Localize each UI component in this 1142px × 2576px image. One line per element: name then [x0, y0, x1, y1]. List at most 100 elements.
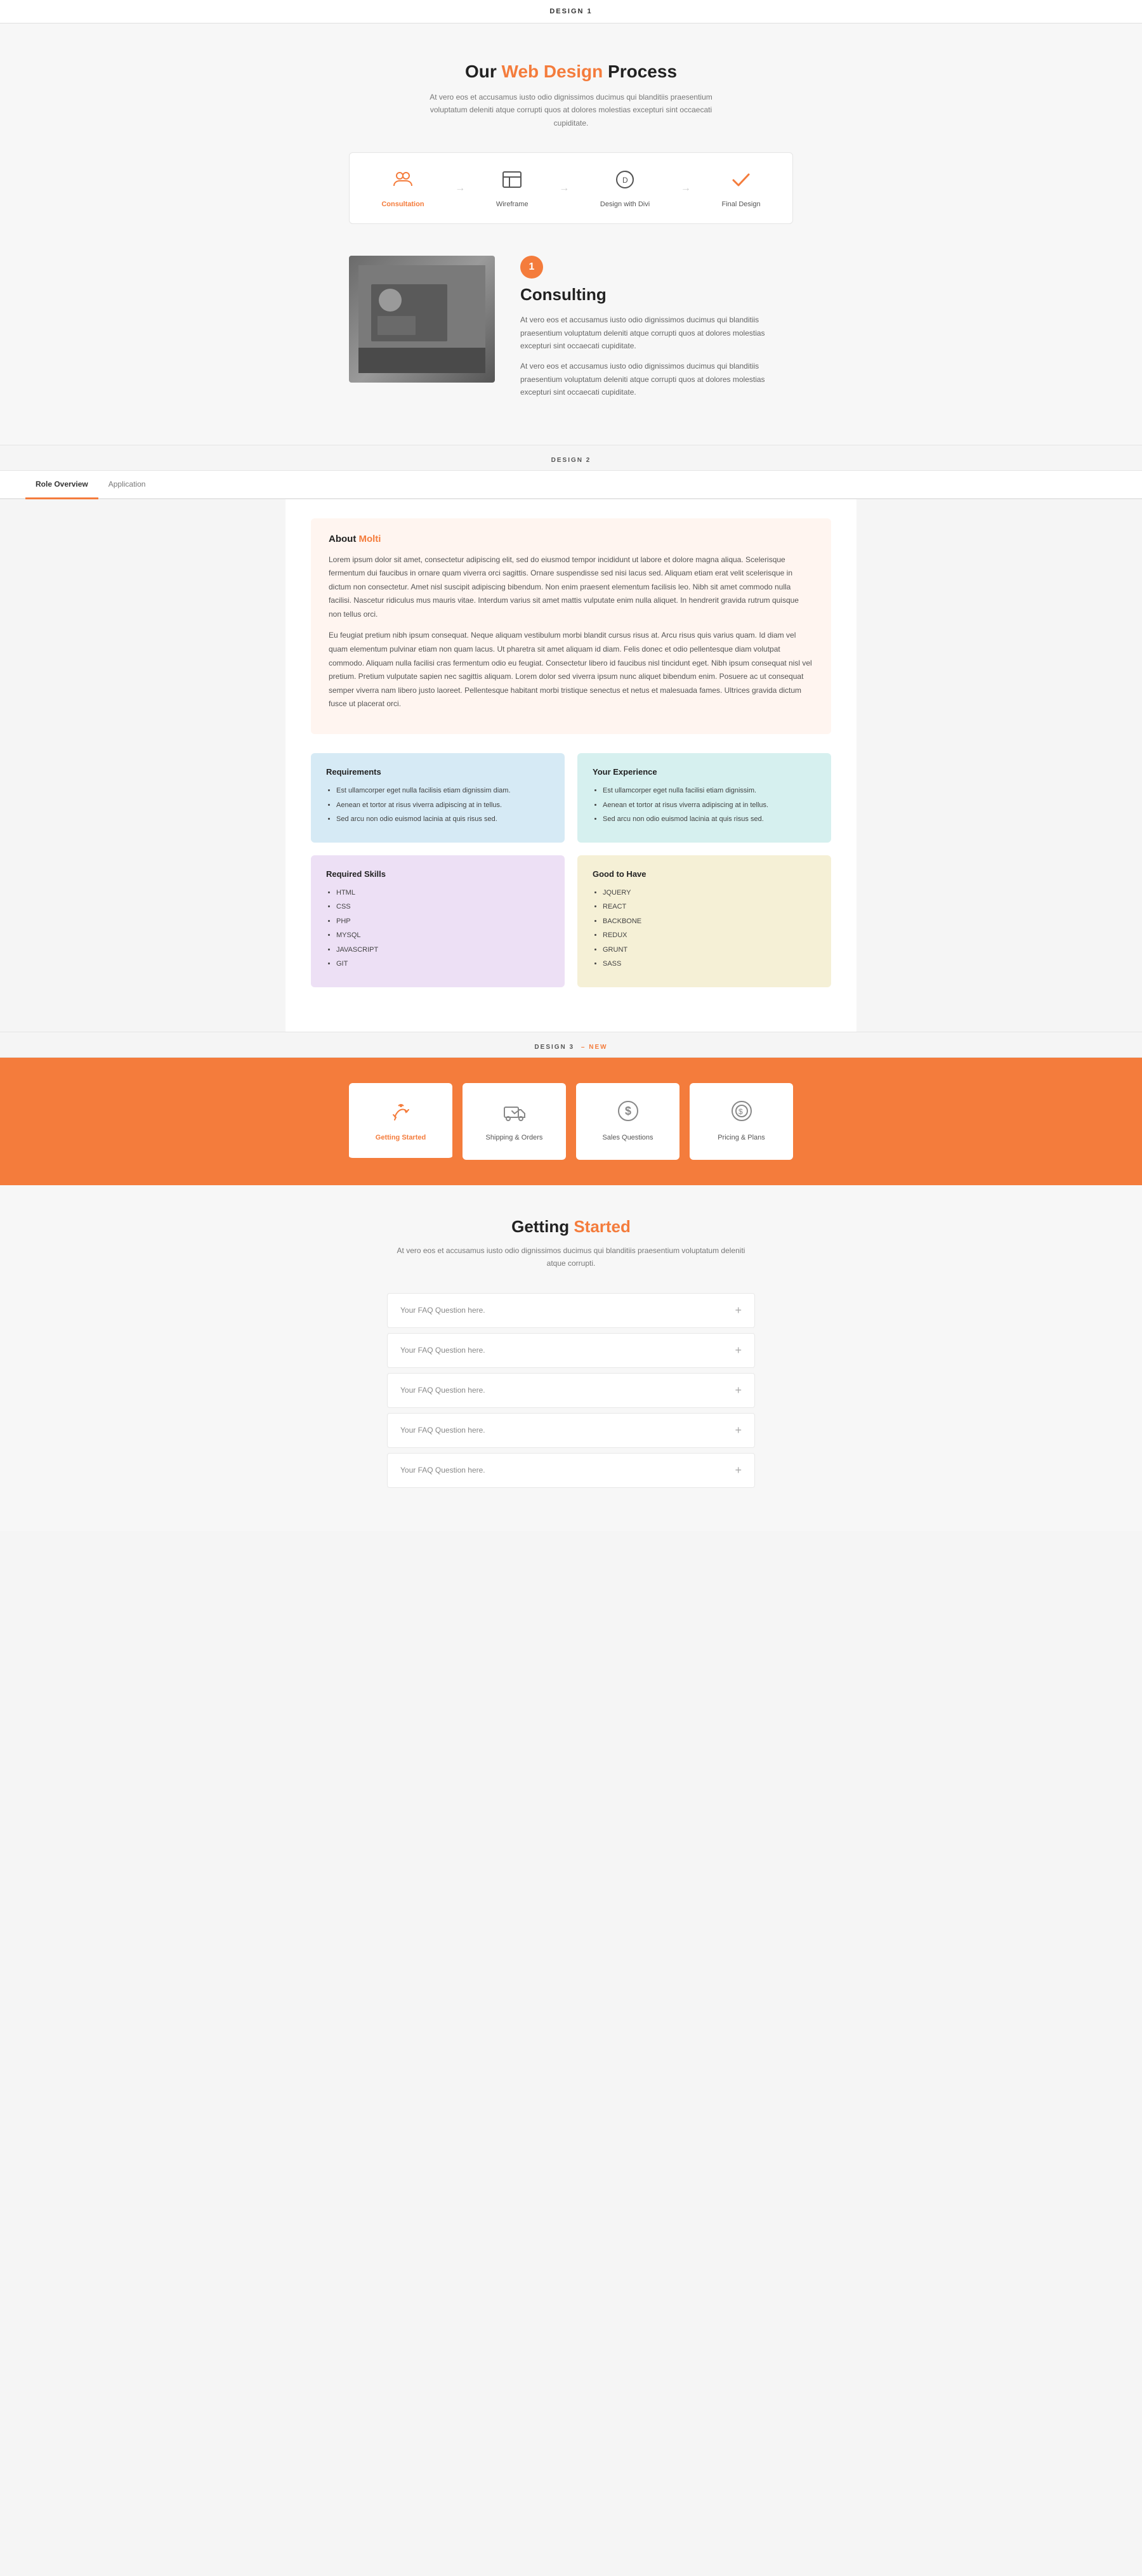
requirements-list: Est ullamcorper eget nulla facilisis eti…: [326, 785, 549, 825]
design1-subtitle: At vero eos et accusamus iusto odio dign…: [412, 91, 730, 129]
arrow-2: →: [559, 183, 569, 194]
list-item: Est ullamcorper eget nulla facilisi etia…: [603, 785, 816, 796]
faq-item-5[interactable]: Your FAQ Question here. +: [387, 1453, 755, 1488]
about-card: About Molti Lorem ipsum dolor sit amet, …: [311, 518, 831, 735]
experience-list: Est ullamcorper eget nulla facilisi etia…: [593, 785, 816, 825]
consulting-image-placeholder: [349, 256, 495, 383]
support-card-getting-started[interactable]: Getting Started: [349, 1083, 452, 1160]
faq-question-3: Your FAQ Question here.: [400, 1386, 485, 1395]
list-item: BACKBONE: [603, 916, 816, 927]
skills-card: Required Skills HTML CSS PHP MYSQL JAVAS…: [311, 855, 565, 987]
getting-started-icon: [359, 1098, 442, 1127]
process-bar: Consultation → Wireframe →: [349, 152, 793, 224]
design3-section: Getting Started Shipping & Orders $: [0, 1058, 1142, 1185]
list-item: HTML: [336, 888, 549, 898]
list-item: GIT: [336, 959, 549, 969]
consulting-content: 1 Consulting At vero eos et accusamus iu…: [520, 256, 793, 406]
design2-section-label: DESIGN 2: [0, 445, 1142, 471]
faq-plus-icon-5: +: [735, 1464, 742, 1477]
consulting-badge: 1: [520, 256, 543, 279]
sales-icon: $: [586, 1098, 669, 1127]
skills-title: Required Skills: [326, 869, 549, 879]
support-card-pricing[interactable]: $ Pricing & Plans: [690, 1083, 793, 1160]
list-item: Aenean et tortor at risus viverra adipis…: [603, 800, 816, 811]
design1-section: Our Web Design Process At vero eos et ac…: [0, 23, 1142, 445]
consulting-title: Consulting: [520, 285, 793, 305]
faq-item-1[interactable]: Your FAQ Question here. +: [387, 1293, 755, 1328]
requirements-title: Requirements: [326, 767, 549, 777]
step-final-label: Final Design: [721, 200, 760, 208]
svg-text:$: $: [738, 1107, 743, 1116]
process-step-final[interactable]: Final Design: [721, 168, 760, 208]
support-card-sales[interactable]: $ Sales Questions: [576, 1083, 679, 1160]
step-consultation-label: Consultation: [381, 200, 424, 208]
design2-section: Role Overview Application About Molti Lo…: [0, 471, 1142, 1032]
svg-text:$: $: [625, 1105, 631, 1117]
list-item: REACT: [603, 902, 816, 912]
process-step-wireframe[interactable]: Wireframe: [496, 168, 528, 208]
pricing-icon: $: [700, 1098, 783, 1127]
list-item: JQUERY: [603, 888, 816, 898]
pricing-label: Pricing & Plans: [700, 1133, 783, 1143]
list-item: PHP: [336, 916, 549, 927]
shipping-label: Shipping & Orders: [473, 1133, 556, 1143]
tab-role-overview[interactable]: Role Overview: [25, 471, 98, 499]
faq-item-4[interactable]: Your FAQ Question here. +: [387, 1413, 755, 1448]
process-step-divi[interactable]: D Design with Divi: [600, 168, 650, 208]
good-to-have-card: Good to Have JQUERY REACT BACKBONE REDUX…: [577, 855, 831, 987]
divi-icon: D: [614, 168, 636, 195]
faq-item-2[interactable]: Your FAQ Question here. +: [387, 1333, 755, 1368]
final-icon: [730, 168, 752, 195]
consultation-icon: [391, 168, 414, 195]
faq-question-2: Your FAQ Question here.: [400, 1346, 485, 1355]
shipping-icon: [473, 1098, 556, 1127]
getting-started-label: Getting Started: [359, 1133, 442, 1143]
list-item: GRUNT: [603, 945, 816, 956]
info-cards-row-1: Requirements Est ullamcorper eget nulla …: [311, 753, 831, 843]
getting-started-title: Getting Started: [387, 1217, 755, 1237]
faq-question-1: Your FAQ Question here.: [400, 1306, 485, 1315]
experience-title: Your Experience: [593, 767, 816, 777]
arrow-1: →: [455, 183, 465, 194]
step-divi-label: Design with Divi: [600, 200, 650, 208]
design2-body: About Molti Lorem ipsum dolor sit amet, …: [286, 499, 856, 1032]
about-title: About Molti: [329, 534, 813, 544]
about-text1: Lorem ipsum dolor sit amet, consectetur …: [329, 553, 813, 622]
requirements-card: Requirements Est ullamcorper eget nulla …: [311, 753, 565, 843]
list-item: Est ullamcorper eget nulla facilisis eti…: [336, 785, 549, 796]
faq-plus-icon-1: +: [735, 1304, 742, 1317]
getting-started-subtitle: At vero eos et accusamus iusto odio dign…: [387, 1244, 755, 1270]
list-item: MYSQL: [336, 930, 549, 941]
list-item: JAVASCRIPT: [336, 945, 549, 956]
experience-card: Your Experience Est ullamcorper eget nul…: [577, 753, 831, 843]
list-item: Sed arcu non odio euismod lacinia at qui…: [336, 814, 549, 825]
tab-application[interactable]: Application: [98, 471, 156, 499]
new-badge: – NEW: [581, 1044, 608, 1051]
svg-text:D: D: [622, 176, 628, 185]
process-step-consultation[interactable]: Consultation: [381, 168, 424, 208]
info-cards-row-2: Required Skills HTML CSS PHP MYSQL JAVAS…: [311, 855, 831, 987]
faq-plus-icon-3: +: [735, 1384, 742, 1397]
good-to-have-list: JQUERY REACT BACKBONE REDUX GRUNT SASS: [593, 888, 816, 969]
consulting-text1: At vero eos et accusamus iusto odio dign…: [520, 313, 793, 352]
skills-list: HTML CSS PHP MYSQL JAVASCRIPT GIT: [326, 888, 549, 969]
getting-started-section: Getting Started At vero eos et accusamus…: [0, 1185, 1142, 1531]
faq-plus-icon-2: +: [735, 1344, 742, 1357]
consulting-row: 1 Consulting At vero eos et accusamus iu…: [349, 256, 793, 406]
nav-label: DESIGN 1: [549, 8, 592, 15]
faq-question-4: Your FAQ Question here.: [400, 1426, 485, 1435]
faq-item-3[interactable]: Your FAQ Question here. +: [387, 1373, 755, 1408]
good-to-have-title: Good to Have: [593, 869, 816, 879]
top-navigation: DESIGN 1: [0, 0, 1142, 23]
list-item: CSS: [336, 902, 549, 912]
support-card-shipping[interactable]: Shipping & Orders: [463, 1083, 566, 1160]
step-wireframe-label: Wireframe: [496, 200, 528, 208]
list-item: REDUX: [603, 930, 816, 941]
list-item: SASS: [603, 959, 816, 969]
list-item: Sed arcu non odio euismod lacinia at qui…: [603, 814, 816, 825]
design1-title: Our Web Design Process: [349, 62, 793, 82]
support-cards-row: Getting Started Shipping & Orders $: [349, 1083, 793, 1160]
arrow-3: →: [681, 183, 691, 194]
wireframe-icon: [501, 168, 523, 195]
tabs-bar: Role Overview Application: [0, 471, 1142, 499]
